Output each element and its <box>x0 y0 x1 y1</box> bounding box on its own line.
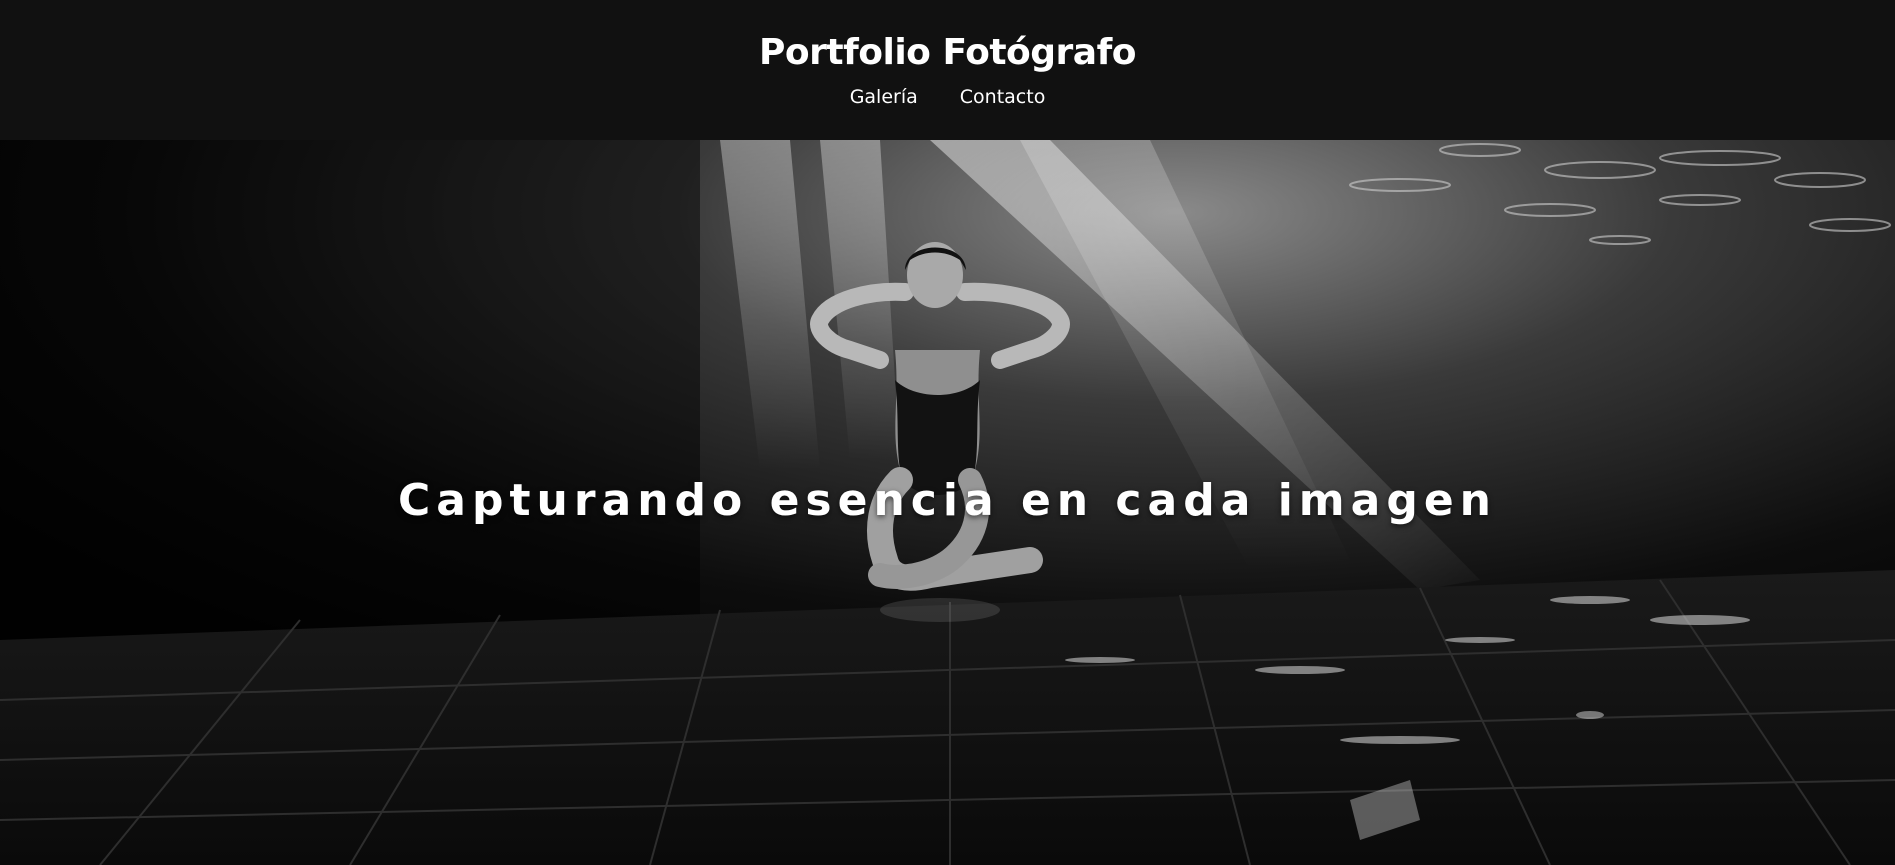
site-header: Portfolio Fotógrafo Galería Contacto <box>0 0 1895 140</box>
main-nav: Galería Contacto <box>0 84 1895 110</box>
nav-link-galeria[interactable]: Galería <box>850 84 918 110</box>
hero-headline: Capturando esencia en cada imagen <box>397 475 1497 526</box>
site-title[interactable]: Portfolio Fotógrafo <box>0 0 1895 76</box>
nav-link-contacto[interactable]: Contacto <box>960 84 1046 110</box>
hero-section: Capturando esencia en cada imagen <box>0 140 1895 865</box>
